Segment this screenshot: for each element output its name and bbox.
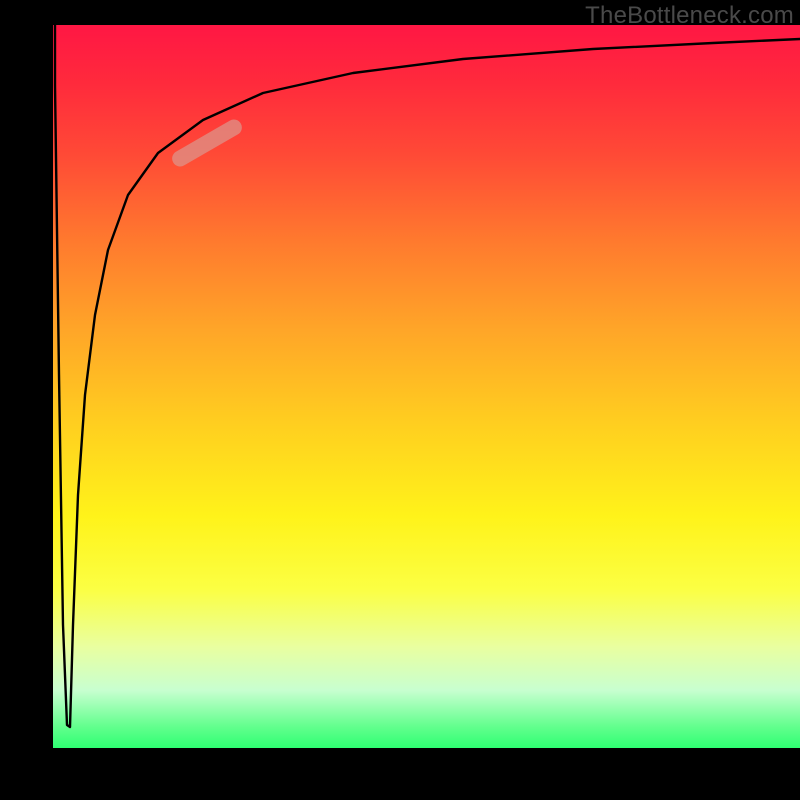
chart-frame: TheBottleneck.com [0, 0, 800, 800]
plot-area [53, 25, 800, 748]
watermark-text: TheBottleneck.com [585, 2, 794, 30]
